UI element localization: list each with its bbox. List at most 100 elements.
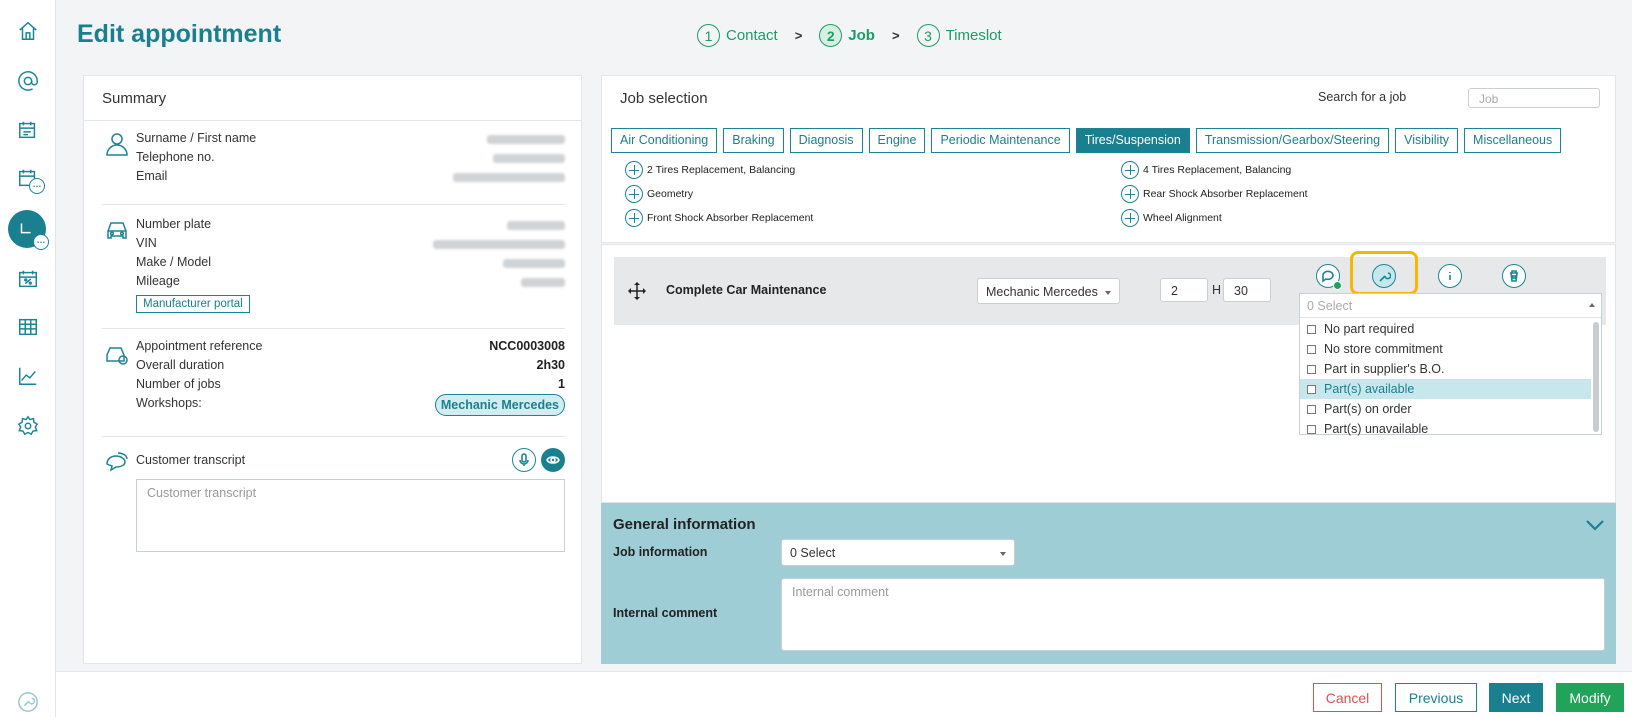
home-icon[interactable] bbox=[14, 17, 42, 45]
dropdown-option[interactable]: Part in supplier's B.O. bbox=[1300, 359, 1591, 379]
comment-icon[interactable] bbox=[1316, 264, 1342, 290]
category-tabs: Air Conditioning Braking Diagnosis Engin… bbox=[611, 128, 1562, 153]
transcript-textarea[interactable]: Customer transcript bbox=[136, 479, 565, 552]
tab-tires-suspension[interactable]: Tires/Suspension bbox=[1075, 128, 1190, 153]
job-item[interactable]: 2 Tires Replacement, Balancing bbox=[625, 161, 795, 179]
job-info-select[interactable]: 0 Select bbox=[781, 539, 1015, 566]
tab-periodic-maintenance[interactable]: Periodic Maintenance bbox=[931, 128, 1070, 153]
hours-input[interactable]: 2 bbox=[1160, 278, 1208, 302]
microphone-icon[interactable] bbox=[512, 448, 536, 472]
calendar-list-icon[interactable] bbox=[14, 116, 42, 144]
option-label: Part in supplier's B.O. bbox=[1324, 362, 1445, 376]
internal-comment-label: Internal comment bbox=[613, 606, 718, 620]
wrench-icon[interactable] bbox=[1372, 264, 1396, 288]
step-number: 2 bbox=[819, 24, 843, 47]
job-name: Complete Car Maintenance bbox=[666, 283, 827, 297]
info-icon[interactable] bbox=[1438, 264, 1462, 288]
cancel-button[interactable]: Cancel bbox=[1313, 683, 1382, 712]
workshop-pill: Mechanic Mercedes bbox=[434, 394, 565, 416]
tab-engine[interactable]: Engine bbox=[868, 128, 926, 153]
step-number: 3 bbox=[916, 24, 940, 47]
job-item[interactable]: Rear Shock Absorber Replacement bbox=[1121, 185, 1308, 203]
chart-icon[interactable] bbox=[14, 362, 42, 390]
jobs-count-label: Number of jobs bbox=[136, 377, 221, 391]
checkbox[interactable] bbox=[1307, 364, 1316, 374]
calendar-percent-icon[interactable] bbox=[14, 265, 42, 293]
checkbox[interactable] bbox=[1307, 424, 1316, 434]
step-job[interactable]: 2 Job bbox=[819, 24, 875, 47]
manufacturer-portal-button[interactable]: Manufacturer portal bbox=[136, 295, 250, 313]
appointment-ref-label: Appointment reference bbox=[136, 339, 263, 353]
tab-diagnosis[interactable]: Diagnosis bbox=[789, 128, 863, 153]
job-item[interactable]: Wheel Alignment bbox=[1121, 209, 1222, 227]
plus-icon[interactable] bbox=[625, 209, 643, 227]
dropdown-option[interactable]: No store commitment bbox=[1300, 339, 1591, 359]
dropdown-scrollbar[interactable] bbox=[1593, 322, 1599, 432]
plate-value-redacted bbox=[507, 221, 565, 230]
checkbox[interactable] bbox=[1307, 324, 1316, 334]
job-selection-card: Job selection Search for a job Job Air C… bbox=[601, 75, 1616, 243]
job-item[interactable]: 4 Tires Replacement, Balancing bbox=[1121, 161, 1291, 179]
step-contact[interactable]: 1 Contact bbox=[697, 24, 778, 47]
checkbox[interactable] bbox=[1307, 404, 1316, 414]
workshop-select-value: Mechanic Mercedes bbox=[986, 285, 1098, 299]
selected-jobs-area: Complete Car Maintenance Mechanic Merced… bbox=[601, 244, 1616, 503]
job-item[interactable]: Front Shock Absorber Replacement bbox=[625, 209, 813, 227]
job-item[interactable]: Geometry bbox=[625, 185, 693, 203]
plus-icon[interactable] bbox=[1121, 185, 1139, 203]
duration-value: 2h30 bbox=[536, 358, 566, 372]
move-icon[interactable] bbox=[626, 280, 648, 302]
modify-button[interactable]: Modify bbox=[1556, 683, 1624, 712]
option-label: No store commitment bbox=[1324, 342, 1443, 356]
appointment-ref-value: NCC0003008 bbox=[489, 339, 565, 353]
at-icon[interactable] bbox=[14, 67, 42, 95]
tab-visibility[interactable]: Visibility bbox=[1395, 128, 1459, 153]
internal-comment-textarea[interactable]: Internal comment bbox=[781, 578, 1605, 651]
vin-label: VIN bbox=[136, 236, 157, 250]
vehicle-section: Number plate VIN Make / Model Mileage Ma… bbox=[102, 205, 565, 329]
option-label: Part(s) unavailable bbox=[1324, 422, 1429, 436]
previous-button[interactable]: Previous bbox=[1395, 683, 1477, 712]
wrench-icon[interactable] bbox=[14, 688, 42, 716]
tab-braking[interactable]: Braking bbox=[723, 128, 784, 153]
hours-unit: H bbox=[1212, 283, 1222, 297]
workshop-select[interactable]: Mechanic Mercedes bbox=[977, 278, 1120, 304]
plus-icon[interactable] bbox=[1121, 161, 1139, 179]
trash-icon[interactable] bbox=[1502, 264, 1526, 288]
phone-label: Telephone no. bbox=[136, 150, 215, 164]
parts-dropdown-head[interactable]: 0 Select bbox=[1300, 294, 1601, 318]
table-icon[interactable] bbox=[14, 313, 42, 341]
checkbox[interactable] bbox=[1307, 344, 1316, 354]
plus-icon[interactable] bbox=[1121, 209, 1139, 227]
tab-air-conditioning[interactable]: Air Conditioning bbox=[611, 128, 718, 153]
tab-transmission[interactable]: Transmission/Gearbox/Steering bbox=[1195, 128, 1390, 153]
settings-icon[interactable] bbox=[14, 412, 42, 440]
dropdown-option[interactable]: No part required bbox=[1300, 319, 1591, 339]
job-item-label: 4 Tires Replacement, Balancing bbox=[1143, 164, 1292, 176]
dropdown-option-highlighted[interactable]: Part(s) available bbox=[1300, 379, 1591, 399]
minutes-input[interactable]: 30 bbox=[1223, 278, 1271, 302]
job-selection-title: Job selection bbox=[620, 90, 708, 107]
person-icon bbox=[104, 131, 130, 157]
plus-icon[interactable] bbox=[625, 185, 643, 203]
parts-dropdown-placeholder: 0 Select bbox=[1307, 299, 1353, 313]
selected-job-row: Complete Car Maintenance Mechanic Merced… bbox=[614, 251, 1606, 436]
dropdown-option[interactable]: Part(s) unavailable bbox=[1300, 419, 1591, 439]
job-item-label: Geometry bbox=[647, 188, 694, 200]
parts-dropdown[interactable]: 0 Select No part required No store commi… bbox=[1299, 293, 1602, 436]
workshops-label: Workshops: bbox=[136, 396, 202, 410]
tab-miscellaneous[interactable]: Miscellaneous bbox=[1464, 128, 1562, 153]
phone-value-redacted bbox=[493, 154, 565, 163]
checkbox[interactable] bbox=[1307, 384, 1316, 394]
eye-icon[interactable] bbox=[541, 448, 565, 472]
appointment-icon[interactable]: … bbox=[8, 210, 49, 250]
chevron-down-icon[interactable] bbox=[1586, 519, 1604, 531]
step-timeslot[interactable]: 3 Timeslot bbox=[916, 24, 1002, 47]
calendar-more-icon[interactable]: … bbox=[14, 164, 45, 194]
car-settings-icon bbox=[104, 341, 130, 367]
make-label: Make / Model bbox=[136, 255, 212, 269]
plus-icon[interactable] bbox=[625, 161, 643, 179]
dropdown-option[interactable]: Part(s) on order bbox=[1300, 399, 1591, 419]
next-button[interactable]: Next bbox=[1489, 683, 1543, 712]
job-search-input[interactable]: Job bbox=[1468, 88, 1600, 108]
